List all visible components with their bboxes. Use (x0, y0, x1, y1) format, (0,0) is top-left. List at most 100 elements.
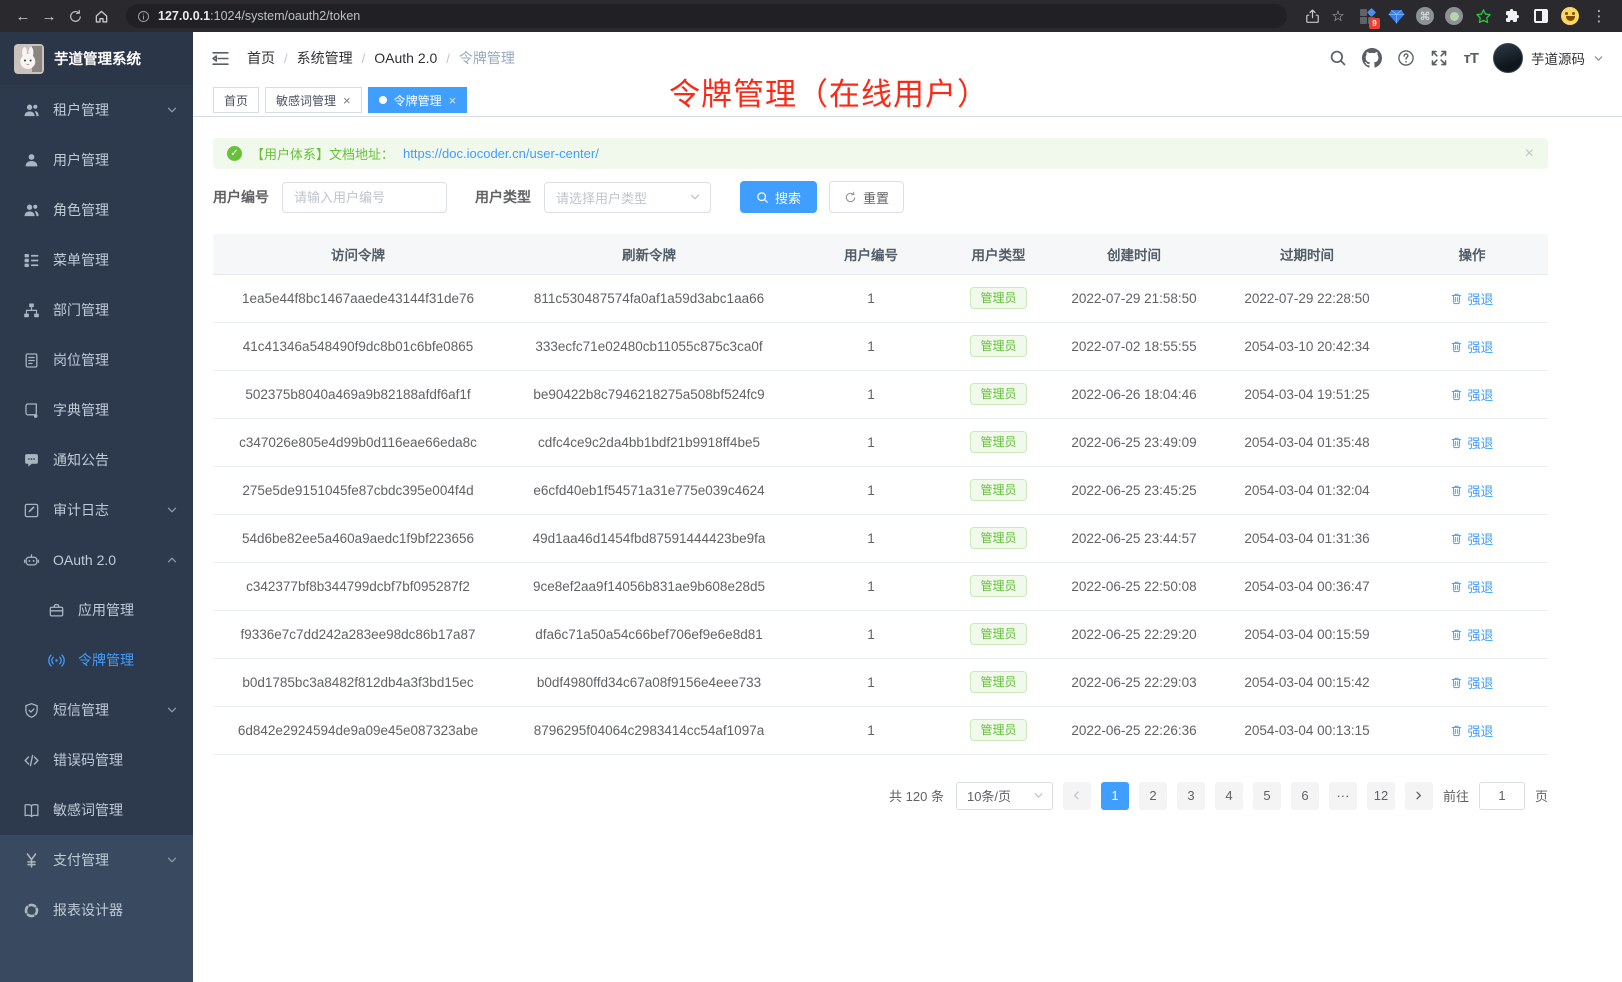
extension-record-icon[interactable] (1444, 6, 1464, 26)
sidebar-item-dict[interactable]: 字典管理 (0, 385, 193, 435)
navbar-actions: тT 芋道源码 (1329, 43, 1604, 73)
force-logout-button[interactable]: 强退 (1450, 481, 1493, 500)
sidebar-item-sms[interactable]: 短信管理 (0, 685, 193, 735)
chevron-up-icon (166, 554, 178, 566)
user-id-input[interactable] (282, 182, 447, 213)
search-icon[interactable] (1329, 49, 1347, 67)
force-logout-button[interactable]: 强退 (1450, 673, 1493, 692)
force-logout-button[interactable]: 强退 (1450, 625, 1493, 644)
sidebar-item-menu[interactable]: 菜单管理 (0, 235, 193, 285)
extension-puzzle-icon[interactable] (1502, 6, 1522, 26)
goto-suffix: 页 (1535, 786, 1548, 805)
help-icon[interactable] (1397, 49, 1415, 67)
trash-icon (1450, 628, 1463, 641)
sidebar-item-oauth[interactable]: OAuth 2.0 (0, 535, 193, 585)
share-icon[interactable] (1301, 5, 1323, 27)
tab-sensitive-words[interactable]: 敏感词管理× (265, 87, 362, 113)
breadcrumb: 首页 / 系统管理 / OAuth 2.0 / 令牌管理 (247, 48, 515, 68)
tab-home[interactable]: 首页 (213, 87, 259, 113)
sidebar-item-tenant[interactable]: 租户管理 (0, 85, 193, 135)
search-icon (756, 191, 769, 204)
sidebar-item-notice[interactable]: 通知公告 (0, 435, 193, 485)
breadcrumb-item-current: 令牌管理 (459, 48, 515, 68)
trash-icon (1450, 292, 1463, 305)
page-size-select[interactable]: 10条/页 (956, 782, 1053, 810)
browser-home-icon[interactable] (90, 5, 112, 27)
breadcrumb-item[interactable]: 首页 (247, 48, 275, 68)
col-refresh-token: 刷新令牌 (503, 234, 795, 274)
tab-token-management[interactable]: 令牌管理× (368, 87, 468, 113)
font-size-icon[interactable]: тT (1463, 50, 1478, 67)
avatar (1493, 43, 1523, 73)
browser-reload-icon[interactable] (64, 5, 86, 27)
sidebar-item-pay[interactable]: 支付管理 (0, 835, 193, 885)
page-url: 127.0.0.1:1024/system/oauth2/token (158, 9, 360, 23)
breadcrumb-item[interactable]: 系统管理 (297, 48, 353, 68)
github-icon[interactable] (1362, 48, 1382, 68)
force-logout-button[interactable]: 强退 (1450, 529, 1493, 548)
sidebar-item-oauth-token[interactable]: 令牌管理 (0, 635, 193, 685)
sidebar-item-dept[interactable]: 部门管理 (0, 285, 193, 335)
extension-command-icon[interactable]: ⌘ (1415, 6, 1435, 26)
page-button-5[interactable]: 5 (1253, 782, 1281, 810)
sidebar-item-post[interactable]: 岗位管理 (0, 335, 193, 385)
reset-button[interactable]: 重置 (829, 181, 904, 213)
force-logout-button[interactable]: 强退 (1450, 721, 1493, 740)
browser-forward-icon[interactable]: → (38, 5, 60, 27)
site-info-icon[interactable] (137, 10, 150, 23)
sidebar-item-oauth-app[interactable]: 应用管理 (0, 585, 193, 635)
next-page-button[interactable] (1405, 782, 1433, 810)
address-bar[interactable]: 127.0.0.1:1024/system/oauth2/token (126, 4, 1287, 28)
user-type-badge: 管理员 (970, 383, 1026, 405)
force-logout-button[interactable]: 强退 (1450, 577, 1493, 596)
user-type-badge: 管理员 (970, 527, 1026, 549)
page-button-12[interactable]: 12 (1367, 782, 1395, 810)
page-button-2[interactable]: 2 (1139, 782, 1167, 810)
sidebar-item-errorcode[interactable]: 错误码管理 (0, 735, 193, 785)
sidebar-item-audit[interactable]: 审计日志 (0, 485, 193, 535)
token-icon (48, 652, 65, 669)
close-icon[interactable]: × (449, 94, 457, 107)
close-icon[interactable]: × (343, 94, 351, 107)
post-icon (23, 352, 40, 369)
force-logout-button[interactable]: 强退 (1450, 433, 1493, 452)
sidebar-item-user[interactable]: 用户管理 (0, 135, 193, 185)
sidebar-menu: 租户管理 用户管理 角色管理 菜单管理 部门管理 岗位管理 字典管理 通知公告 … (0, 85, 193, 835)
page-button-3[interactable]: 3 (1177, 782, 1205, 810)
browser-back-icon[interactable]: ← (12, 5, 34, 27)
force-logout-button[interactable]: 强退 (1450, 289, 1493, 308)
page-button-4[interactable]: 4 (1215, 782, 1243, 810)
extension-sidebar-icon[interactable] (1531, 6, 1551, 26)
user-id-label: 用户编号 (213, 187, 269, 207)
page-button-1[interactable]: 1 (1101, 782, 1129, 810)
profile-emoji-icon[interactable] (1560, 6, 1580, 26)
bookmark-star-icon[interactable]: ☆ (1327, 5, 1349, 27)
collapse-sidebar-icon[interactable] (211, 50, 230, 67)
alert-close-icon[interactable]: × (1525, 145, 1534, 163)
force-logout-button[interactable]: 强退 (1450, 385, 1493, 404)
fullscreen-icon[interactable] (1430, 49, 1448, 67)
trash-icon (1450, 388, 1463, 401)
extension-gem-icon[interactable] (1386, 6, 1406, 26)
browser-menu-icon[interactable]: ⋮ (1588, 5, 1610, 27)
search-button[interactable]: 搜索 (740, 181, 817, 213)
chevron-down-icon (166, 104, 178, 116)
extension-squares-icon[interactable]: 9 (1357, 6, 1377, 26)
sidebar-item-role[interactable]: 角色管理 (0, 185, 193, 235)
goto-page-input[interactable] (1479, 782, 1525, 810)
alert-text: 【用户体系】文档地址： (251, 144, 394, 163)
page-ellipsis-button[interactable]: ··· (1329, 782, 1357, 810)
user-menu[interactable]: 芋道源码 (1493, 43, 1604, 73)
table-row: 1ea5e44f8bc1467aaede43144f31de76811c5304… (213, 274, 1548, 322)
alert-doc-link[interactable]: https://doc.iocoder.cn/user-center/ (403, 146, 599, 161)
prev-page-button[interactable] (1063, 782, 1091, 810)
app-logo-row[interactable]: 芋道管理系统 (0, 32, 193, 85)
extensions-cluster: 9 ⌘ (1357, 6, 1580, 26)
extension-star-icon[interactable] (1473, 6, 1493, 26)
sidebar-item-report[interactable]: 报表设计器 (0, 885, 193, 935)
sidebar-item-sensitive[interactable]: 敏感词管理 (0, 785, 193, 835)
user-type-select[interactable]: 请选择用户类型 (544, 182, 711, 213)
page-button-6[interactable]: 6 (1291, 782, 1319, 810)
force-logout-button[interactable]: 强退 (1450, 337, 1493, 356)
breadcrumb-item[interactable]: OAuth 2.0 (374, 50, 437, 66)
